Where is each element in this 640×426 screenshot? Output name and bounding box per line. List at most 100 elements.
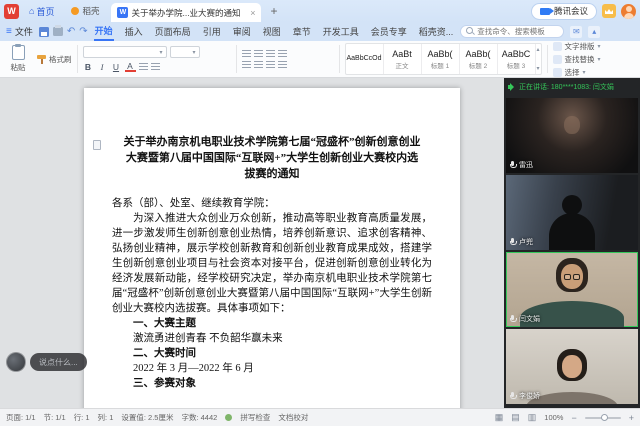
chevron-down-icon: ▾	[598, 56, 601, 63]
font-name-combo[interactable]: ▾	[83, 46, 167, 58]
collapse-ribbon-icon[interactable]: ▴	[588, 26, 600, 38]
hamburger-icon: ≡	[6, 26, 12, 37]
zoom-in-button[interactable]: +	[629, 413, 634, 423]
home-tab[interactable]: ⌂ 首页	[24, 3, 59, 19]
find-replace-button[interactable]: 查找替换 ▾	[553, 54, 601, 65]
zoom-out-button[interactable]: −	[571, 413, 576, 423]
tab-view[interactable]: 视图	[262, 23, 282, 40]
meeting-chat-overlay: 说点什么...	[6, 352, 87, 372]
char-border-icon[interactable]	[151, 63, 160, 70]
meeting-panel: 正在讲话: 180****1083: 闫文娟 雷迅 卢兜 闫文娟	[504, 78, 640, 408]
participant-video-tile[interactable]: 卢兜	[506, 175, 638, 250]
tab-developer[interactable]: 开发工具	[322, 23, 360, 40]
scroll-down-icon[interactable]: ▾	[537, 65, 540, 72]
zoom-slider-thumb[interactable]	[601, 414, 608, 421]
participant-face	[564, 116, 580, 134]
spellcheck-icon	[225, 414, 232, 421]
align-right-icon[interactable]	[266, 61, 275, 68]
increase-indent-icon[interactable]	[278, 50, 287, 57]
status-word-count[interactable]: 字数: 4442	[181, 412, 217, 423]
tencent-meeting-label: 腾讯会议	[554, 5, 588, 17]
align-center-icon[interactable]	[254, 61, 263, 68]
highlight-icon[interactable]	[139, 63, 148, 70]
select-button[interactable]: 选择 ▾	[553, 67, 601, 78]
styles-gallery-scroll[interactable]: ▴ ▾	[536, 44, 541, 74]
italic-button[interactable]: I	[97, 61, 108, 72]
tab-docer[interactable]: 稻壳	[64, 2, 106, 20]
style-heading-1[interactable]: AaBb( 标题 1	[422, 44, 460, 74]
command-search-box[interactable]	[460, 25, 564, 38]
member-crown-icon[interactable]	[602, 4, 616, 18]
page-view-icon[interactable]: ▦	[495, 413, 504, 422]
zoom-slider[interactable]	[585, 417, 621, 419]
document-tab-title: 关于举办学院...业大赛的通知	[131, 7, 247, 19]
file-menu-button[interactable]: ≡ 文件	[6, 25, 33, 38]
undo-icon[interactable]: ↶	[67, 27, 75, 37]
home-icon: ⌂	[29, 6, 34, 16]
status-page: 页面: 1/1	[6, 412, 36, 423]
participant-video-tile[interactable]: 李俊娇	[506, 329, 638, 404]
bullet-list-icon[interactable]	[242, 50, 251, 57]
section-heading-3: 三、参赛对象	[112, 376, 432, 391]
participant-video-tile-speaking[interactable]: 闫文娟	[506, 252, 638, 327]
ribbon-separator	[77, 45, 78, 73]
scroll-up-icon[interactable]: ▴	[537, 46, 540, 53]
tab-insert[interactable]: 插入	[124, 23, 144, 40]
participant-video-tile[interactable]: 雷迅	[506, 98, 638, 173]
tab-home[interactable]: 开始	[94, 22, 114, 41]
decrease-indent-icon[interactable]	[266, 50, 275, 57]
document-title-line: 拔赛的通知	[112, 166, 432, 182]
style-heading-2[interactable]: AaBb( 标题 2	[460, 44, 498, 74]
tab-references[interactable]: 引用	[202, 23, 222, 40]
proofread-button[interactable]: 文档校对	[278, 412, 308, 423]
chevron-down-icon: ▾	[192, 49, 195, 56]
new-tab-button[interactable]: +	[266, 4, 281, 18]
font-size-combo[interactable]: ▾	[170, 46, 200, 58]
section-heading-2: 二、大赛时间	[112, 346, 432, 361]
ribbon-tabs: 开始 插入 页面布局 引用 审阅 视图 章节 开发工具 会员专享 稻壳资...	[94, 22, 455, 41]
line-spacing-icon[interactable]	[278, 61, 287, 68]
status-margin: 设置值: 2.5厘米	[121, 412, 173, 423]
user-avatar[interactable]	[621, 4, 636, 19]
text-layout-icon	[553, 42, 562, 51]
text-layout-button[interactable]: 文字排版 ▾	[553, 41, 601, 52]
tab-member[interactable]: 会员专享	[370, 23, 408, 40]
paragraph-group	[242, 43, 334, 75]
select-label: 选择	[565, 67, 580, 78]
tab-document-active[interactable]: W 关于举办学院...业大赛的通知 ×	[111, 3, 261, 22]
document-page[interactable]: 关于举办南京机电职业技术学院第七届“冠盛杯”创新创意创业 大赛暨第八届中国国际“…	[84, 88, 460, 408]
font-color-button[interactable]: A	[125, 61, 136, 72]
style-heading-3[interactable]: AaBbC 标题 3	[498, 44, 536, 74]
close-tab-icon[interactable]: ×	[250, 8, 255, 18]
outline-view-icon[interactable]: ▥	[528, 413, 537, 422]
tencent-meeting-button[interactable]: 腾讯会议	[531, 3, 597, 20]
numbered-list-icon[interactable]	[254, 50, 263, 57]
tab-page-layout[interactable]: 页面布局	[154, 23, 192, 40]
format-painter-icon	[37, 55, 46, 64]
clipboard-icon	[12, 45, 25, 60]
paste-button[interactable]: 粘贴	[4, 43, 32, 75]
wps-application-window: W ⌂ 首页 稻壳 W 关于举办学院...业大赛的通知 × + 腾讯会议 ≡ 文…	[0, 0, 640, 426]
search-input[interactable]	[477, 27, 558, 36]
web-view-icon[interactable]: ▤	[511, 413, 520, 422]
chat-avatar[interactable]	[6, 352, 26, 372]
chat-input[interactable]: 说点什么...	[30, 353, 87, 371]
style-normal-preview[interactable]: AaBbCcOd	[346, 44, 384, 74]
tab-docer-resources[interactable]: 稻壳资...	[418, 23, 455, 40]
salutation-line: 各系（部）、处室、继续教育学院：	[112, 196, 432, 211]
align-left-icon[interactable]	[242, 61, 251, 68]
redo-icon[interactable]: ↷	[79, 27, 87, 37]
participant-name: 雷迅	[519, 160, 533, 170]
underline-button[interactable]: U	[111, 61, 122, 72]
print-icon[interactable]	[53, 27, 63, 36]
format-painter-button[interactable]: 格式刷	[37, 54, 72, 65]
tab-review[interactable]: 审阅	[232, 23, 252, 40]
participant-name-badge: 闫文娟	[509, 314, 540, 324]
message-icon[interactable]: ✉	[570, 26, 582, 38]
spellcheck-button[interactable]: 拼写检查	[240, 412, 270, 423]
tab-section[interactable]: 章节	[292, 23, 312, 40]
status-line: 行: 1	[74, 412, 90, 423]
style-body-text[interactable]: AaBt 正文	[384, 44, 422, 74]
save-icon[interactable]	[39, 27, 49, 37]
bold-button[interactable]: B	[83, 61, 94, 72]
